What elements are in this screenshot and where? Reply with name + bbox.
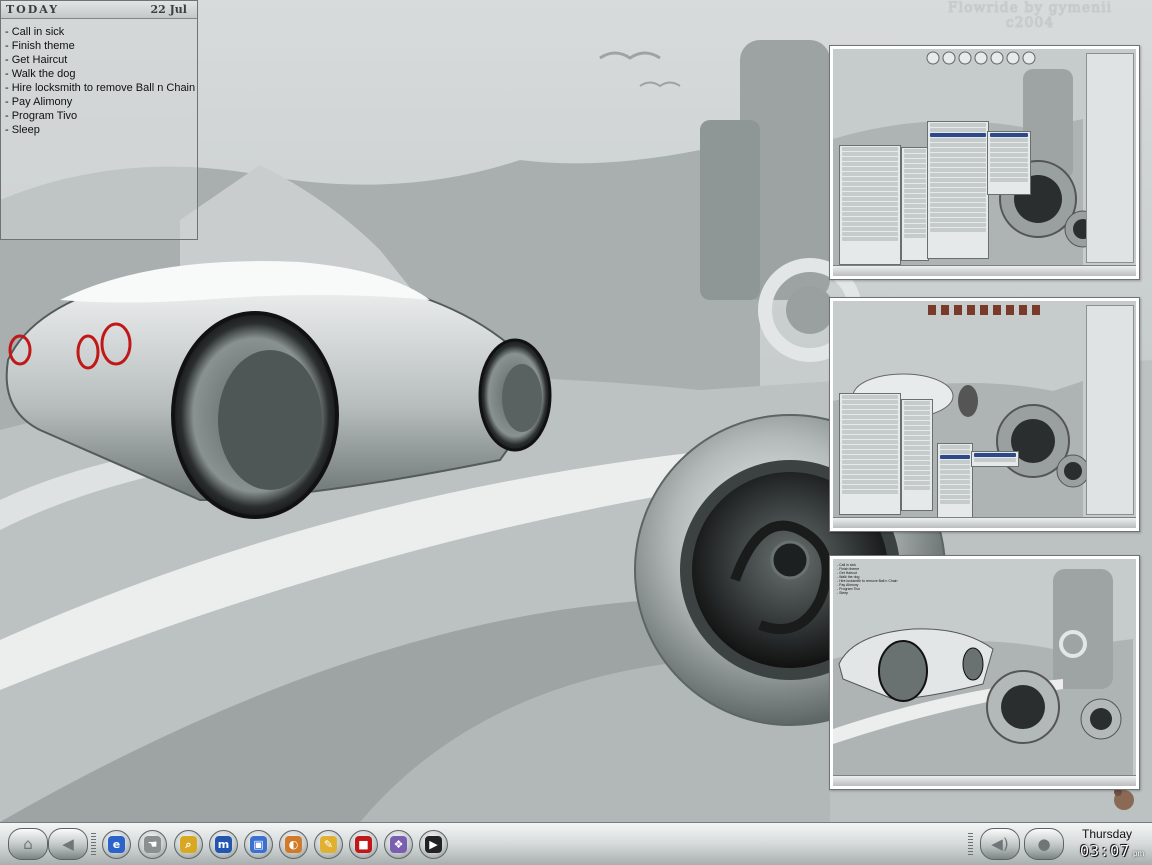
red-box-launch-button[interactable]: ■ [349, 830, 378, 859]
search-folder-icon: ⌕ [180, 836, 197, 853]
today-header: TODAY 22 Jul [1, 1, 197, 19]
internet-explorer-icon: e [108, 836, 125, 853]
todo-item: - Finish theme [5, 40, 75, 52]
todo-list: - Call in sick - Finish theme - Get Hair… [1, 19, 197, 137]
taskbar-grip[interactable] [91, 833, 96, 855]
todo-item: - Call in sick [5, 26, 65, 38]
image-viewer-icon: ◐ [285, 836, 302, 853]
document-tools-launch-button[interactable]: ❖ [384, 830, 413, 859]
today-widget: TODAY 22 Jul - Call in sick - Finish the… [0, 0, 198, 240]
preview-sidebar [1086, 53, 1134, 263]
search-folder-launch-button[interactable]: ⌕ [174, 830, 203, 859]
taskbar: ⌂ ◀ e ☚ ⌕ m ▣ ◐ ✎ ■ ❖ ▶ ◀) ● Thursday 03:07 pm [0, 822, 1152, 865]
desktop: TODAY 22 Jul - Call in sick - Finish the… [0, 0, 1152, 822]
credits-title: Flowride by gymenii [947, 0, 1113, 16]
network-icon: ▣ [250, 836, 267, 853]
hand-cursor-icon: ☚ [144, 836, 161, 853]
messenger-icon: m [215, 836, 232, 853]
pencil-edit-launch-button[interactable]: ✎ [314, 830, 343, 859]
clock-day: Thursday [1082, 827, 1133, 841]
preview-program-list [901, 147, 929, 261]
today-title: TODAY [6, 3, 60, 16]
back-icon: ◀ [62, 835, 74, 853]
todo-item: - Get Haircut [5, 54, 68, 66]
media-player-icon: ▶ [425, 836, 442, 853]
preview-program-list [901, 399, 933, 511]
messenger-launch-button[interactable]: m [209, 830, 238, 859]
preview-submenu-2 [987, 131, 1031, 195]
todo-item: - Walk the dog [5, 68, 76, 80]
preview-taskbar [833, 517, 1136, 528]
red-box-icon: ■ [355, 836, 372, 853]
back-button[interactable]: ◀ [48, 828, 88, 860]
volume-button[interactable]: ◀) [980, 828, 1020, 860]
preview-submenu [937, 443, 973, 519]
preview-start-panel [839, 145, 901, 265]
image-viewer-launch-button[interactable]: ◐ [279, 830, 308, 859]
theme-credits: Flowride by gymenii c2004 [930, 1, 1130, 31]
media-player-launch-button[interactable]: ▶ [419, 830, 448, 859]
credits-year: c2004 [1005, 15, 1055, 31]
today-date: 22 Jul [150, 3, 187, 16]
user-button[interactable]: ● [1024, 828, 1064, 860]
preview-start-panel [839, 393, 901, 515]
home-button[interactable]: ⌂ [8, 828, 48, 860]
preview-sidebar [1086, 305, 1134, 515]
internet-explorer-launch-button[interactable]: e [102, 830, 131, 859]
home-icon: ⌂ [23, 835, 33, 853]
todo-item: - Sleep [5, 124, 40, 136]
todo-item: - Hire locksmith to remove Ball n Chain [5, 82, 196, 94]
clock-ampm: pm [1133, 849, 1145, 858]
taskbar-grip[interactable] [968, 833, 973, 855]
volume-icon: ◀) [991, 835, 1009, 853]
preview-todo-list: - Call in sick - Finish theme - Get Hair… [837, 563, 898, 595]
clock-time[interactable]: 03:07 [1080, 842, 1130, 860]
document-tools-icon: ❖ [390, 836, 407, 853]
preview-taskbar [833, 775, 1136, 786]
hand-cursor-launch-button[interactable]: ☚ [138, 830, 167, 859]
clean-desktop-preview: - Call in sick - Finish theme - Get Hair… [829, 555, 1140, 790]
network-launch-button[interactable]: ▣ [244, 830, 273, 859]
todo-item: - Program Tivo [5, 110, 78, 122]
preview-todo-item: - Sleep [837, 591, 849, 595]
preview-taskbar [833, 265, 1136, 276]
applications-menu-preview [829, 297, 1140, 532]
preview-submenu [927, 121, 989, 259]
start-menu-preview [829, 45, 1140, 280]
user-icon: ● [1037, 835, 1051, 853]
preview-submenu-2 [971, 451, 1019, 467]
pencil-edit-icon: ✎ [320, 836, 337, 853]
todo-item: - Pay Alimony [5, 96, 73, 108]
